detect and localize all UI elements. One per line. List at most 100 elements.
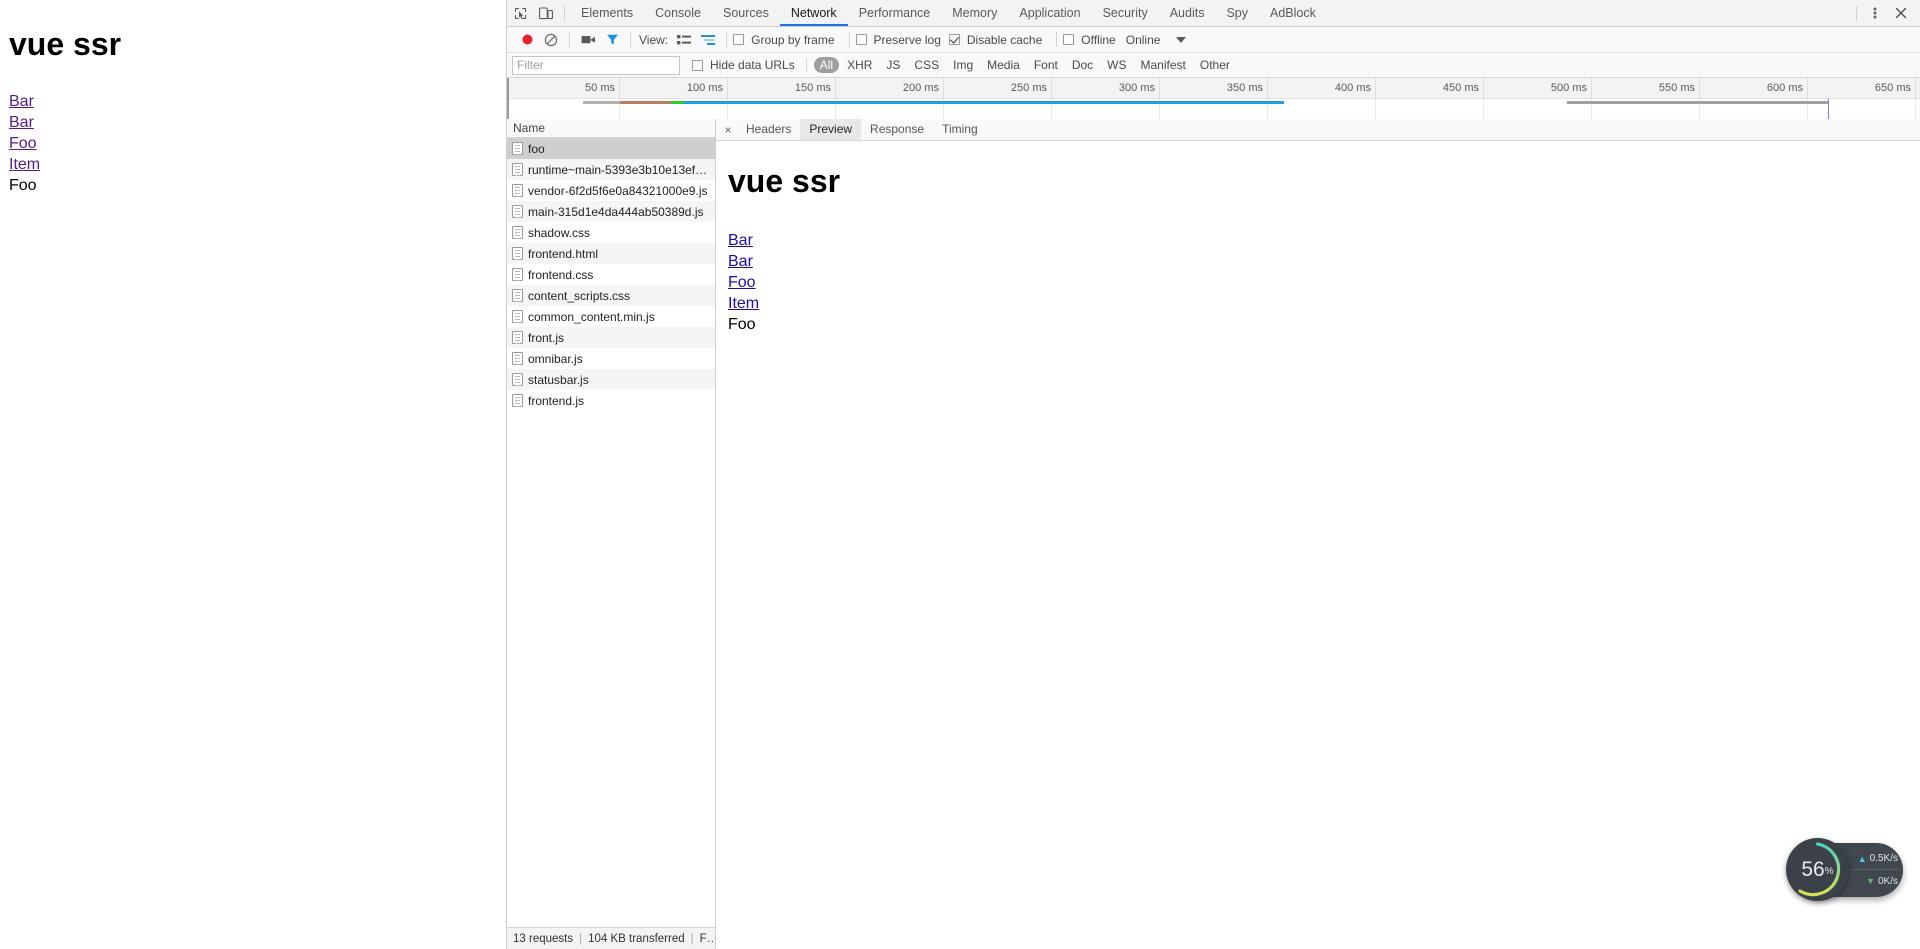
document-icon (512, 163, 523, 176)
speed-rows: ▲ 0.5K/s ▼ 0K/s (1851, 847, 1901, 893)
document-icon (512, 394, 523, 407)
request-row[interactable]: frontend.html (507, 243, 715, 264)
preview-link[interactable]: Bar (728, 230, 753, 251)
device-toolbar-icon[interactable] (533, 1, 559, 26)
request-row[interactable]: frontend.js (507, 390, 715, 411)
tab-elements[interactable]: Elements (570, 0, 644, 26)
tab-performance[interactable]: Performance (848, 0, 942, 26)
camera-icon[interactable] (576, 28, 600, 52)
document-icon (512, 268, 523, 281)
page-link[interactable]: Item (9, 154, 40, 175)
overview-tick: 650 ms (507, 78, 1916, 99)
preview-link[interactable]: Foo (728, 272, 756, 293)
page-link[interactable]: Foo (9, 133, 37, 154)
detail-tab-headers[interactable]: Headers (737, 119, 800, 140)
request-row[interactable]: foo (507, 138, 715, 159)
tab-console[interactable]: Console (644, 0, 712, 26)
offline-box[interactable] (1063, 34, 1075, 45)
upload-arrow-icon: ▲ (1857, 853, 1867, 864)
document-icon (512, 352, 523, 365)
hide-data-urls-box[interactable] (692, 59, 703, 71)
download-arrow-icon: ▼ (1866, 876, 1875, 886)
group-by-frame-checkbox[interactable]: Group by frame (733, 33, 838, 47)
request-row[interactable]: vendor-6f2d5f6e0a84321000e9.js (507, 180, 715, 201)
request-row[interactable]: runtime~main-5393e3b10e13ef… (507, 159, 715, 180)
filter-divider (805, 58, 807, 72)
tab-memory[interactable]: Memory (941, 0, 1008, 26)
preserve-log-label: Preserve log (873, 32, 941, 47)
percent-sign: % (1824, 865, 1834, 877)
more-options-icon[interactable] (1862, 1, 1888, 26)
tab-network[interactable]: Network (780, 0, 848, 26)
offline-checkbox[interactable]: Offline (1063, 33, 1119, 47)
request-row[interactable]: omnibar.js (507, 348, 715, 369)
show-overview-icon[interactable] (696, 28, 720, 52)
document-icon (512, 373, 523, 386)
request-row[interactable]: common_content.min.js (507, 306, 715, 327)
disable-cache-checkbox[interactable]: Disable cache (948, 33, 1046, 47)
page-link[interactable]: Bar (9, 91, 34, 112)
status-transferred: 104 KB transferred (588, 932, 685, 945)
filter-type-img[interactable]: Img (947, 57, 979, 73)
close-detail-icon[interactable]: × (719, 120, 737, 140)
throttling-value[interactable]: Online (1126, 33, 1161, 47)
request-download-bar (620, 101, 671, 104)
upload-speed-value: 0.5K/s (1869, 853, 1898, 864)
filter-input[interactable] (512, 55, 680, 75)
preview-link[interactable]: Bar (728, 251, 753, 272)
filter-type-doc[interactable]: Doc (1066, 57, 1099, 73)
tab-audits[interactable]: Audits (1159, 0, 1216, 26)
tab-adblock[interactable]: AdBlock (1259, 0, 1327, 26)
filter-type-ws[interactable]: WS (1101, 57, 1132, 73)
hide-data-urls-checkbox[interactable]: Hide data URLs (692, 58, 799, 72)
filter-type-css[interactable]: CSS (908, 57, 945, 73)
filter-type-js[interactable]: JS (880, 57, 906, 73)
request-name: runtime~main-5393e3b10e13ef… (528, 162, 708, 177)
request-name: vendor-6f2d5f6e0a84321000e9.js (528, 183, 708, 198)
request-row[interactable]: front.js (507, 327, 715, 348)
toolbar-divider-5 (1056, 32, 1058, 47)
detail-tab-bar: × Headers Preview Response Timing (716, 119, 1920, 141)
document-icon (512, 184, 523, 197)
tab-security[interactable]: Security (1092, 0, 1159, 26)
request-name: shadow.css (528, 225, 591, 240)
preserve-log-checkbox[interactable]: Preserve log (855, 32, 945, 47)
network-speed-widget[interactable]: 56% ▲ 0.5K/s ▼ 0K/s (1786, 838, 1903, 901)
resource-type-filters: All XHR JS CSS Img Media Font Doc WS Manifest Othe… (813, 57, 1236, 73)
preview-link[interactable]: Item (728, 293, 759, 314)
request-row[interactable]: frontend.css (507, 264, 715, 285)
detail-tab-timing[interactable]: Timing (933, 119, 987, 140)
close-icon[interactable] (1888, 1, 1914, 26)
request-row[interactable]: content_scripts.css (507, 285, 715, 306)
request-list: foo runtime~main-5393e3b10e13ef… vendor-6f… (507, 138, 715, 927)
record-button[interactable] (515, 28, 539, 52)
tab-application[interactable]: Application (1008, 0, 1091, 26)
request-column-header[interactable]: Name (507, 119, 715, 138)
document-icon (512, 331, 523, 344)
clear-button[interactable] (539, 28, 563, 52)
detail-tab-response[interactable]: Response (861, 119, 933, 140)
request-row[interactable]: statusbar.js (507, 369, 715, 390)
tab-sources[interactable]: Sources (712, 0, 780, 26)
chevron-down-icon[interactable] (1176, 36, 1187, 43)
filter-type-media[interactable]: Media (981, 57, 1026, 73)
tab-spy[interactable]: Spy (1215, 0, 1259, 26)
filter-type-all[interactable]: All (813, 57, 840, 73)
filter-type-font[interactable]: Font (1028, 57, 1064, 73)
preserve-log-box[interactable] (855, 34, 867, 45)
request-row[interactable]: shadow.css (507, 222, 715, 243)
filter-type-manifest[interactable]: Manifest (1135, 57, 1192, 73)
filter-type-xhr[interactable]: XHR (841, 57, 878, 73)
request-idle-bar (1566, 101, 1829, 104)
filter-type-other[interactable]: Other (1194, 57, 1236, 73)
detail-tab-preview[interactable]: Preview (800, 119, 862, 140)
request-row[interactable]: main-315d1e4da444ab50389d.js (507, 201, 715, 222)
page-link[interactable]: Bar (9, 112, 34, 133)
inspect-element-icon[interactable] (507, 1, 533, 26)
request-name: omnibar.js (528, 351, 583, 366)
disable-cache-box[interactable] (948, 34, 960, 45)
group-by-frame-box[interactable] (733, 34, 745, 45)
filter-icon[interactable] (600, 28, 624, 52)
request-list-panel: Name foo runtime~main-5393e3b10e13ef… vend… (507, 119, 716, 949)
large-request-rows-icon[interactable] (672, 28, 696, 52)
